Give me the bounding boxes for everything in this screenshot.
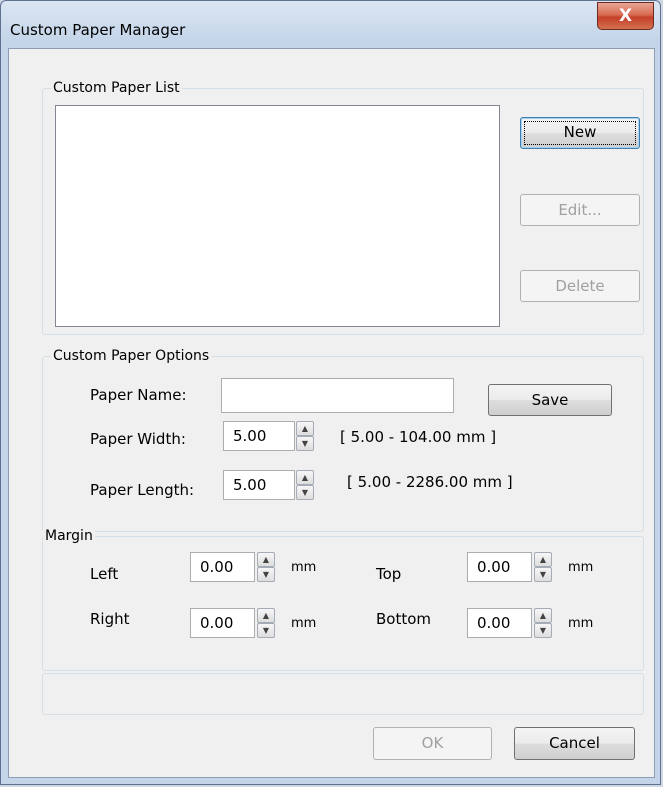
margin-left-field[interactable]: 0.00 xyxy=(190,552,255,582)
margin-top-label: Top xyxy=(376,565,402,583)
spin-up-arrow-icon[interactable]: ▲ xyxy=(296,470,314,485)
paper-length-field[interactable]: 5.00 xyxy=(223,470,295,500)
dialog-client-area: Custom Paper List New Edit... Delete Cus… xyxy=(8,48,655,778)
close-icon: X xyxy=(618,6,633,26)
paper-length-spinner: ▲ ▼ xyxy=(296,470,314,500)
paper-width-range: [ 5.00 - 104.00 mm ] xyxy=(340,428,497,446)
margin-group: Margin xyxy=(42,527,644,671)
new-button[interactable]: New xyxy=(520,117,640,149)
paper-name-input[interactable] xyxy=(221,378,454,413)
spin-up-arrow-icon[interactable]: ▲ xyxy=(257,608,275,623)
paper-width-spinner: ▲ ▼ xyxy=(296,421,314,451)
spin-down-arrow-icon[interactable]: ▼ xyxy=(257,623,275,638)
spin-down-arrow-icon[interactable]: ▼ xyxy=(296,485,314,500)
margin-bottom-spinner: ▲ ▼ xyxy=(534,608,552,638)
spin-down-arrow-icon[interactable]: ▼ xyxy=(534,623,552,638)
margin-right-field[interactable]: 0.00 xyxy=(190,608,255,638)
custom-paper-listbox[interactable] xyxy=(55,105,500,327)
ok-button[interactable]: OK xyxy=(373,727,492,760)
margin-left-unit: mm xyxy=(291,560,317,575)
title-bar[interactable]: Custom Paper Manager xyxy=(1,1,660,41)
spin-up-arrow-icon[interactable]: ▲ xyxy=(257,552,275,567)
paper-width-field[interactable]: 5.00 xyxy=(223,421,295,451)
edit-button[interactable]: Edit... xyxy=(520,194,640,226)
margin-top-unit: mm xyxy=(568,560,594,575)
paper-width-label: Paper Width: xyxy=(90,430,186,448)
custom-paper-list-label: Custom Paper List xyxy=(51,79,182,97)
margin-left-value: 0.00 xyxy=(200,558,234,576)
margin-label: Margin xyxy=(43,527,95,545)
custom-paper-options-label: Custom Paper Options xyxy=(51,347,212,365)
margin-bottom-label: Bottom xyxy=(376,610,432,628)
spin-up-arrow-icon[interactable]: ▲ xyxy=(534,608,552,623)
margin-top-field[interactable]: 0.00 xyxy=(467,552,532,582)
cancel-button[interactable]: Cancel xyxy=(514,727,635,760)
spin-down-arrow-icon[interactable]: ▼ xyxy=(257,567,275,582)
margin-right-unit: mm xyxy=(291,616,317,631)
delete-button-label: Delete xyxy=(555,277,605,295)
margin-top-value: 0.00 xyxy=(477,558,511,576)
margin-right-value: 0.00 xyxy=(200,614,234,632)
cancel-button-label: Cancel xyxy=(549,734,600,752)
margin-bottom-value: 0.00 xyxy=(477,614,511,632)
margin-bottom-unit: mm xyxy=(568,616,594,631)
save-button[interactable]: Save xyxy=(488,384,612,416)
paper-length-value: 5.00 xyxy=(233,476,267,494)
paper-name-label: Paper Name: xyxy=(90,386,187,404)
ok-button-label: OK xyxy=(421,734,444,752)
margin-top-spinner: ▲ ▼ xyxy=(534,552,552,582)
edit-button-label: Edit... xyxy=(558,201,602,219)
margin-right-spinner: ▲ ▼ xyxy=(257,608,275,638)
delete-button[interactable]: Delete xyxy=(520,270,640,302)
spin-up-arrow-icon[interactable]: ▲ xyxy=(296,421,314,436)
close-button[interactable]: X xyxy=(597,2,654,30)
margin-left-spinner: ▲ ▼ xyxy=(257,552,275,582)
spin-up-arrow-icon[interactable]: ▲ xyxy=(534,552,552,567)
custom-paper-manager-window: Custom Paper Manager X Custom Paper List… xyxy=(0,0,661,785)
spin-down-arrow-icon[interactable]: ▼ xyxy=(534,567,552,582)
window-title: Custom Paper Manager xyxy=(10,21,186,39)
margin-left-label: Left xyxy=(90,565,119,583)
paper-length-range: [ 5.00 - 2286.00 mm ] xyxy=(347,473,513,491)
save-button-label: Save xyxy=(531,391,569,409)
margin-right-label: Right xyxy=(90,610,130,628)
paper-width-value: 5.00 xyxy=(233,427,267,445)
paper-length-label: Paper Length: xyxy=(90,481,195,499)
spin-down-arrow-icon[interactable]: ▼ xyxy=(296,436,314,451)
status-strip xyxy=(42,673,644,715)
margin-bottom-field[interactable]: 0.00 xyxy=(467,608,532,638)
new-button-label: New xyxy=(563,123,597,141)
